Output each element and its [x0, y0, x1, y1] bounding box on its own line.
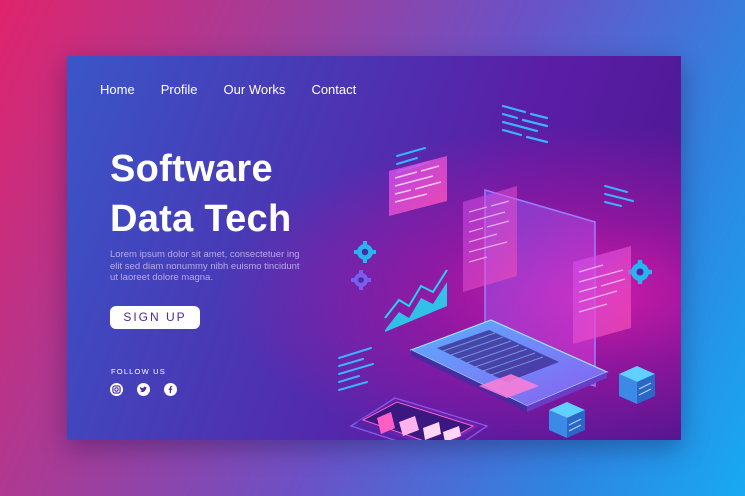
- landing-card: Home Profile Our Works Contact Software …: [67, 56, 681, 440]
- area-chart-graphic: [384, 269, 448, 332]
- code-lines-bottom-left: [338, 347, 374, 391]
- nav-home[interactable]: Home: [100, 82, 135, 97]
- code-lines-right: [604, 185, 634, 207]
- cube-icon: [549, 402, 585, 438]
- hero-description: Lorem ipsum dolor sit amet, consectetuer…: [110, 249, 300, 283]
- hero-title: Software Data Tech: [110, 144, 292, 244]
- sign-up-button[interactable]: SIGN UP: [110, 306, 200, 329]
- code-panel-right: [573, 246, 631, 344]
- twitter-icon[interactable]: [137, 383, 150, 396]
- code-lines-top: [501, 104, 549, 144]
- nav-our-works[interactable]: Our Works: [224, 82, 286, 97]
- nav-profile[interactable]: Profile: [161, 82, 198, 97]
- gear-icon: [628, 260, 652, 284]
- gear-icon: [351, 270, 371, 290]
- cube-icon: [619, 366, 655, 404]
- facebook-icon[interactable]: [164, 383, 177, 396]
- instagram-icon[interactable]: [110, 383, 123, 396]
- hero-title-line-1: Software: [110, 148, 273, 190]
- isometric-illustration: [338, 104, 655, 440]
- hero-title-line-2: Data Tech: [110, 198, 292, 240]
- tablet-chart: [349, 397, 489, 440]
- social-links: [110, 383, 177, 396]
- follow-us-label: FOLLOW US: [111, 367, 166, 376]
- gear-icon: [354, 241, 376, 263]
- code-panel-left: [389, 156, 447, 216]
